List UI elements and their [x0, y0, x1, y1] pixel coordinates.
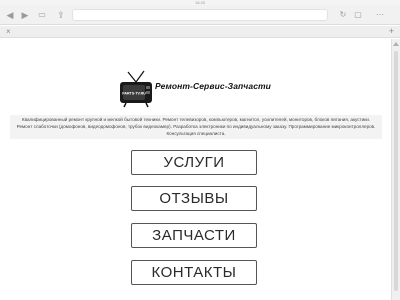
scroll-up-arrow-icon[interactable] [393, 42, 399, 46]
page-content: PARTS-TV.RU Ремонт-Сервис-Запчасти Квали… [0, 39, 391, 300]
site-title[interactable]: Ремонт-Сервис-Запчасти [155, 81, 271, 91]
menu-icon[interactable]: ⋯ [375, 10, 385, 20]
reviews-button[interactable]: ОТЗЫВЫ [131, 186, 257, 211]
parts-button[interactable]: ЗАПЧАСТИ [131, 223, 257, 248]
address-bar[interactable] [72, 9, 328, 21]
logo-label: PARTS-TV.RU [122, 92, 146, 96]
tabs-icon[interactable]: ▢ [353, 10, 363, 20]
close-tab-icon[interactable]: × [6, 27, 11, 37]
contacts-button[interactable]: КОНТАКТЫ [131, 260, 257, 285]
back-arrow-icon[interactable]: ◀ [5, 10, 15, 20]
forward-arrow-icon[interactable]: ▶ [20, 10, 30, 20]
tv-logo-icon[interactable]: PARTS-TV.RU [119, 69, 153, 109]
share-icon[interactable]: ⇪ [56, 10, 66, 20]
browser-toolbar: ◀ ▶ ▭ ⇪ ↻ ▢ ⋯ [0, 5, 400, 25]
new-tab-icon[interactable]: + [389, 26, 394, 37]
services-button[interactable]: УСЛУГИ [131, 150, 257, 175]
reload-icon[interactable]: ↻ [338, 10, 348, 20]
bookmarks-icon[interactable]: ▭ [37, 10, 47, 20]
site-description: Квалифицированный ремонт крупной и мелко… [10, 115, 382, 140]
site-header: PARTS-TV.RU Ремонт-Сервис-Запчасти [119, 69, 279, 109]
scroll-thumb[interactable] [394, 51, 398, 291]
page-scrollbar[interactable] [391, 39, 400, 300]
tab-strip: × + [0, 26, 400, 38]
